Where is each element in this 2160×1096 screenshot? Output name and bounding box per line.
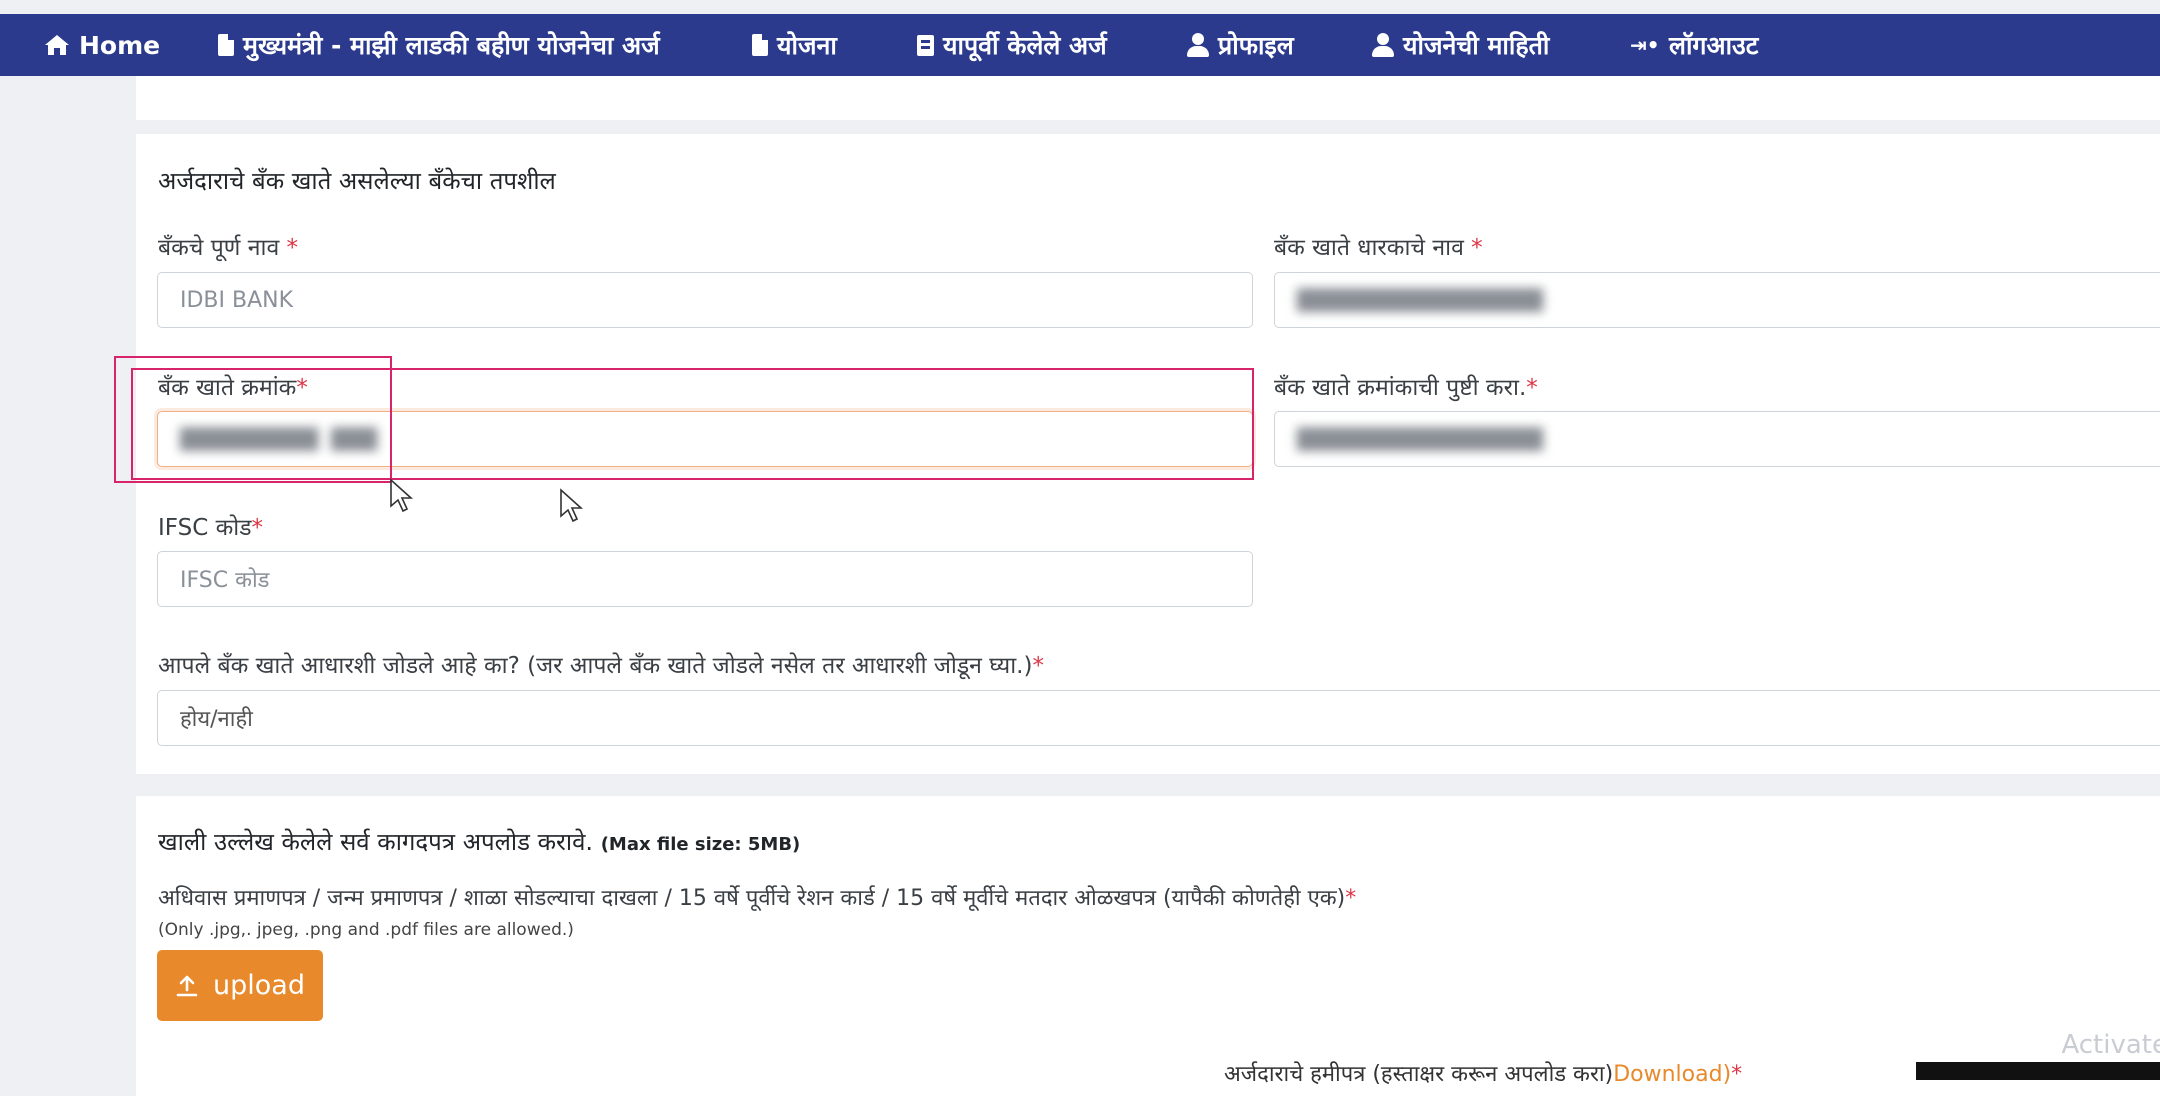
user-icon xyxy=(1372,33,1394,57)
nav-previous-applications[interactable]: यापूर्वी केलेले अर्ज xyxy=(917,28,1107,62)
account-number-input[interactable]: █████████ ███ xyxy=(157,411,1253,467)
upload-label: upload xyxy=(213,970,305,1001)
required-mark: * xyxy=(251,515,264,541)
home-icon xyxy=(45,35,69,55)
account-holder-value-redacted: ████████████████ xyxy=(1297,288,1544,312)
top-navbar: Home मुख्यमंत्री - माझी लाडकी बहीण योजने… xyxy=(0,14,2160,76)
previous-section-card xyxy=(136,76,2160,120)
ifsc-placeholder: IFSC कोड xyxy=(180,568,270,593)
user-icon xyxy=(1187,33,1209,57)
mouse-cursor-icon xyxy=(390,478,414,513)
activate-windows-watermark: Activate xyxy=(2061,1030,2160,1060)
list-document-icon xyxy=(917,34,934,56)
ifsc-input[interactable]: IFSC कोड xyxy=(157,551,1253,607)
nav-profile-label: प्रोफाइल xyxy=(1218,31,1294,60)
bank-name-value: IDBI BANK xyxy=(180,287,294,313)
account-holder-field[interactable]: ████████████████ xyxy=(1274,272,2160,328)
confirm-account-input[interactable]: ████████████████ xyxy=(1274,411,2160,467)
bank-section-title: अर्जदाराचे बँक खाते असलेल्या बँकेचा तपशी… xyxy=(158,167,556,195)
required-mark: * xyxy=(1345,886,1357,911)
bank-name-label: बँकचे पूर्ण नाव * xyxy=(158,235,299,261)
upload-icon xyxy=(176,975,198,996)
document-icon xyxy=(218,34,234,56)
domicile-doc-label: अधिवास प्रमाणपत्र / जन्म प्रमाणपत्र / शा… xyxy=(158,886,1357,911)
document-icon xyxy=(752,34,768,56)
aadhaar-link-value: होय/नाही xyxy=(180,707,253,732)
mouse-cursor-icon xyxy=(560,488,584,523)
nav-schemes[interactable]: योजना xyxy=(752,28,837,62)
nav-profile[interactable]: प्रोफाइल xyxy=(1187,28,1294,62)
nav-logout-label: लॉगआउट xyxy=(1669,31,1759,60)
video-player-bar xyxy=(1916,1062,2160,1080)
confirm-account-label: बँक खाते क्रमांकाची पुष्टी करा.* xyxy=(1274,375,1538,401)
ifsc-label: IFSC कोड* xyxy=(158,515,264,541)
nav-scheme-info-label: योजनेची माहिती xyxy=(1403,31,1550,60)
aadhaar-link-label: आपले बँक खाते आधारशी जोडले आहे का? (जर आ… xyxy=(158,653,1044,679)
account-holder-label: बँक खाते धारकाचे नाव * xyxy=(1274,235,1483,261)
nav-home-label: Home xyxy=(79,30,161,60)
undertaking-label: अर्जदाराचे हमीपत्र (हस्ताक्षर करून अपलोड… xyxy=(1224,1062,1743,1087)
required-mark: * xyxy=(296,375,308,401)
nav-home[interactable]: Home xyxy=(44,31,160,60)
allowed-file-types: (Only .jpg,. jpeg, .png and .pdf files a… xyxy=(158,920,574,940)
logout-icon: ⇥• xyxy=(1630,33,1660,57)
upload-button[interactable]: upload xyxy=(157,950,323,1021)
required-mark: * xyxy=(1731,1062,1743,1087)
confirm-account-value-redacted: ████████████████ xyxy=(1297,427,1544,451)
nav-application-label: मुख्यमंत्री - माझी लाडकी बहीण योजनेचा अर… xyxy=(243,31,660,60)
required-mark: * xyxy=(1526,375,1538,401)
max-file-size: (Max file size: 5MB) xyxy=(600,834,801,855)
required-mark: * xyxy=(286,235,299,261)
documents-title: खाली उल्लेख केलेले सर्व कागदपत्र अपलोड क… xyxy=(158,828,801,856)
download-link[interactable]: Download) xyxy=(1613,1062,1731,1087)
required-mark: * xyxy=(1032,653,1044,679)
nav-schemes-label: योजना xyxy=(777,31,837,60)
aadhaar-link-select[interactable]: होय/नाही xyxy=(157,690,2160,746)
bank-name-field[interactable]: IDBI BANK xyxy=(157,272,1253,328)
nav-previous-label: यापूर्वी केलेले अर्ज xyxy=(943,31,1107,60)
nav-scheme-info[interactable]: योजनेची माहिती xyxy=(1372,28,1549,62)
account-number-value-redacted: █████████ ███ xyxy=(180,427,378,451)
nav-application[interactable]: मुख्यमंत्री - माझी लाडकी बहीण योजनेचा अर… xyxy=(218,28,660,62)
required-mark: * xyxy=(1471,235,1483,261)
nav-logout[interactable]: ⇥• लॉगआउट xyxy=(1630,28,1758,62)
account-number-label: बँक खाते क्रमांक* xyxy=(158,375,308,401)
